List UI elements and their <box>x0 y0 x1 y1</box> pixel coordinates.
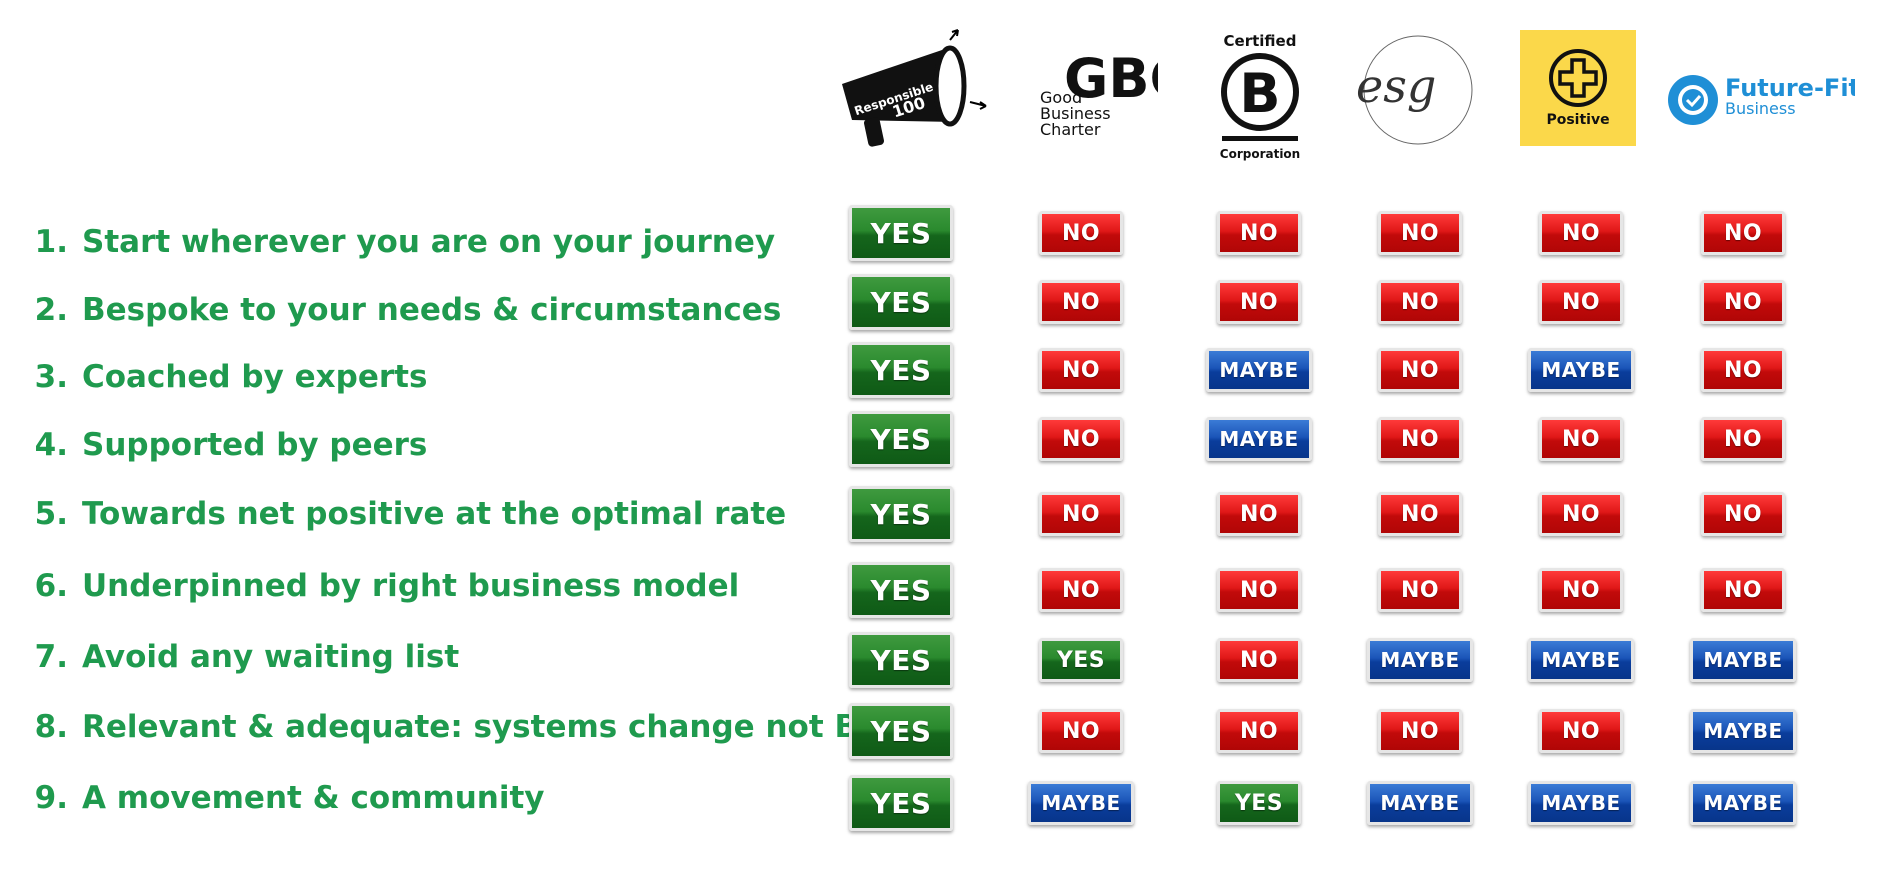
criterion-text: Start wherever you are on your journey <box>82 224 776 260</box>
bcorp-letter: B <box>1239 62 1280 125</box>
badge-no: NO <box>1701 492 1785 536</box>
criterion-row: 5. Towards net positive at the optimal ra… <box>0 494 787 534</box>
criterion-number: 4. <box>34 427 68 463</box>
badge-maybe: MAYBE <box>1528 638 1634 682</box>
badge-no: NO <box>1539 568 1623 612</box>
badge-yes: YES <box>849 411 953 467</box>
criterion-number: 3. <box>34 359 68 395</box>
criterion-number: 6. <box>34 568 68 604</box>
criterion-row: 9. A movement & community <box>0 778 545 818</box>
criterion-row: 3. Coached by experts <box>0 357 428 397</box>
criterion-number: 1. <box>34 224 68 260</box>
badge-yes: YES <box>1217 781 1301 825</box>
criterion-text: Coached by experts <box>82 359 428 395</box>
badge-maybe: MAYBE <box>1690 709 1796 753</box>
badge-maybe: MAYBE <box>1028 781 1134 825</box>
gbc-line3: Charter <box>1040 120 1101 139</box>
badge-yes: YES <box>849 632 953 688</box>
badge-maybe: MAYBE <box>1690 781 1796 825</box>
positive-logo: Positive <box>1520 30 1636 146</box>
bcorp-bottom: Corporation <box>1220 147 1300 161</box>
futurefit-line2: Business <box>1725 99 1796 118</box>
badge-no: NO <box>1701 211 1785 255</box>
badge-no: NO <box>1701 568 1785 612</box>
badge-no: NO <box>1217 638 1301 682</box>
criterion-row: 1. Start wherever you are on your journey <box>0 222 775 262</box>
criterion-text: Bespoke to your needs & circumstances <box>82 292 782 328</box>
good-business-charter-logo: GBC Good Business Charter <box>1038 45 1189 145</box>
esg-letters: esg <box>1356 59 1436 113</box>
criterion-number: 9. <box>34 780 68 816</box>
badge-no: NO <box>1039 568 1123 612</box>
badge-no: NO <box>1378 417 1462 461</box>
badge-no: NO <box>1378 709 1462 753</box>
badge-no: NO <box>1701 348 1785 392</box>
future-fit-logo: Future-Fit Business <box>1665 70 1860 130</box>
criterion-number: 8. <box>34 709 68 745</box>
badge-no: NO <box>1039 280 1123 324</box>
criterion-row: 4. Supported by peers <box>0 425 428 465</box>
futurefit-line1: Future-Fit <box>1725 74 1855 102</box>
badge-no: NO <box>1217 709 1301 753</box>
badge-maybe: MAYBE <box>1528 348 1634 392</box>
badge-no: NO <box>1701 280 1785 324</box>
b-corp-logo: Certified B Corporation <box>1210 28 1310 163</box>
responsible-100-logo: Responsible 100 <box>830 22 1000 152</box>
badge-no: NO <box>1039 417 1123 461</box>
criterion-text: A movement & community <box>82 780 545 816</box>
bcorp-top: Certified <box>1224 32 1297 50</box>
criterion-number: 5. <box>34 496 68 532</box>
badge-maybe: MAYBE <box>1690 638 1796 682</box>
criterion-number: 2. <box>34 292 68 328</box>
badge-no: NO <box>1217 568 1301 612</box>
badge-yes: YES <box>849 342 953 398</box>
badge-no: NO <box>1701 417 1785 461</box>
criterion-text: Towards net positive at the optimal rate <box>82 496 787 532</box>
badge-no: NO <box>1039 348 1123 392</box>
badge-no: NO <box>1539 211 1623 255</box>
badge-yes: YES <box>1039 638 1123 682</box>
badge-yes: YES <box>849 775 953 831</box>
badge-no: NO <box>1378 348 1462 392</box>
badge-no: NO <box>1378 211 1462 255</box>
badge-no: NO <box>1378 568 1462 612</box>
criterion-row: 7. Avoid any waiting list <box>0 637 460 677</box>
badge-maybe: MAYBE <box>1528 781 1634 825</box>
badge-no: NO <box>1539 492 1623 536</box>
badge-maybe: MAYBE <box>1367 781 1473 825</box>
badge-yes: YES <box>849 205 953 261</box>
badge-no: NO <box>1217 492 1301 536</box>
criterion-text: Underpinned by right business model <box>82 568 740 604</box>
badge-no: NO <box>1039 492 1123 536</box>
badge-maybe: MAYBE <box>1206 348 1312 392</box>
badge-no: NO <box>1217 211 1301 255</box>
positive-label: Positive <box>1546 112 1609 128</box>
badge-maybe: MAYBE <box>1206 417 1312 461</box>
badge-yes: YES <box>849 703 953 759</box>
badge-no: NO <box>1539 709 1623 753</box>
criterion-row: 8. Relevant & adequate: systems change no… <box>0 707 907 747</box>
criterion-number: 7. <box>34 639 68 675</box>
badge-no: NO <box>1217 280 1301 324</box>
badge-no: NO <box>1539 280 1623 324</box>
criterion-row: 6. Underpinned by right business model <box>0 566 740 606</box>
criterion-text: Relevant & adequate: systems change not … <box>82 709 907 745</box>
badge-maybe: MAYBE <box>1367 638 1473 682</box>
badge-yes: YES <box>849 486 953 542</box>
badge-yes: YES <box>849 274 953 330</box>
criterion-text: Avoid any waiting list <box>82 639 460 675</box>
badge-no: NO <box>1039 709 1123 753</box>
badge-yes: YES <box>849 562 953 618</box>
badge-no: NO <box>1378 492 1462 536</box>
criterion-row: 2. Bespoke to your needs & circumstances <box>0 290 782 330</box>
badge-no: NO <box>1539 417 1623 461</box>
criterion-text: Supported by peers <box>82 427 428 463</box>
badge-no: NO <box>1039 211 1123 255</box>
badge-no: NO <box>1378 280 1462 324</box>
esg-mark-logo: esg <box>1352 30 1477 150</box>
